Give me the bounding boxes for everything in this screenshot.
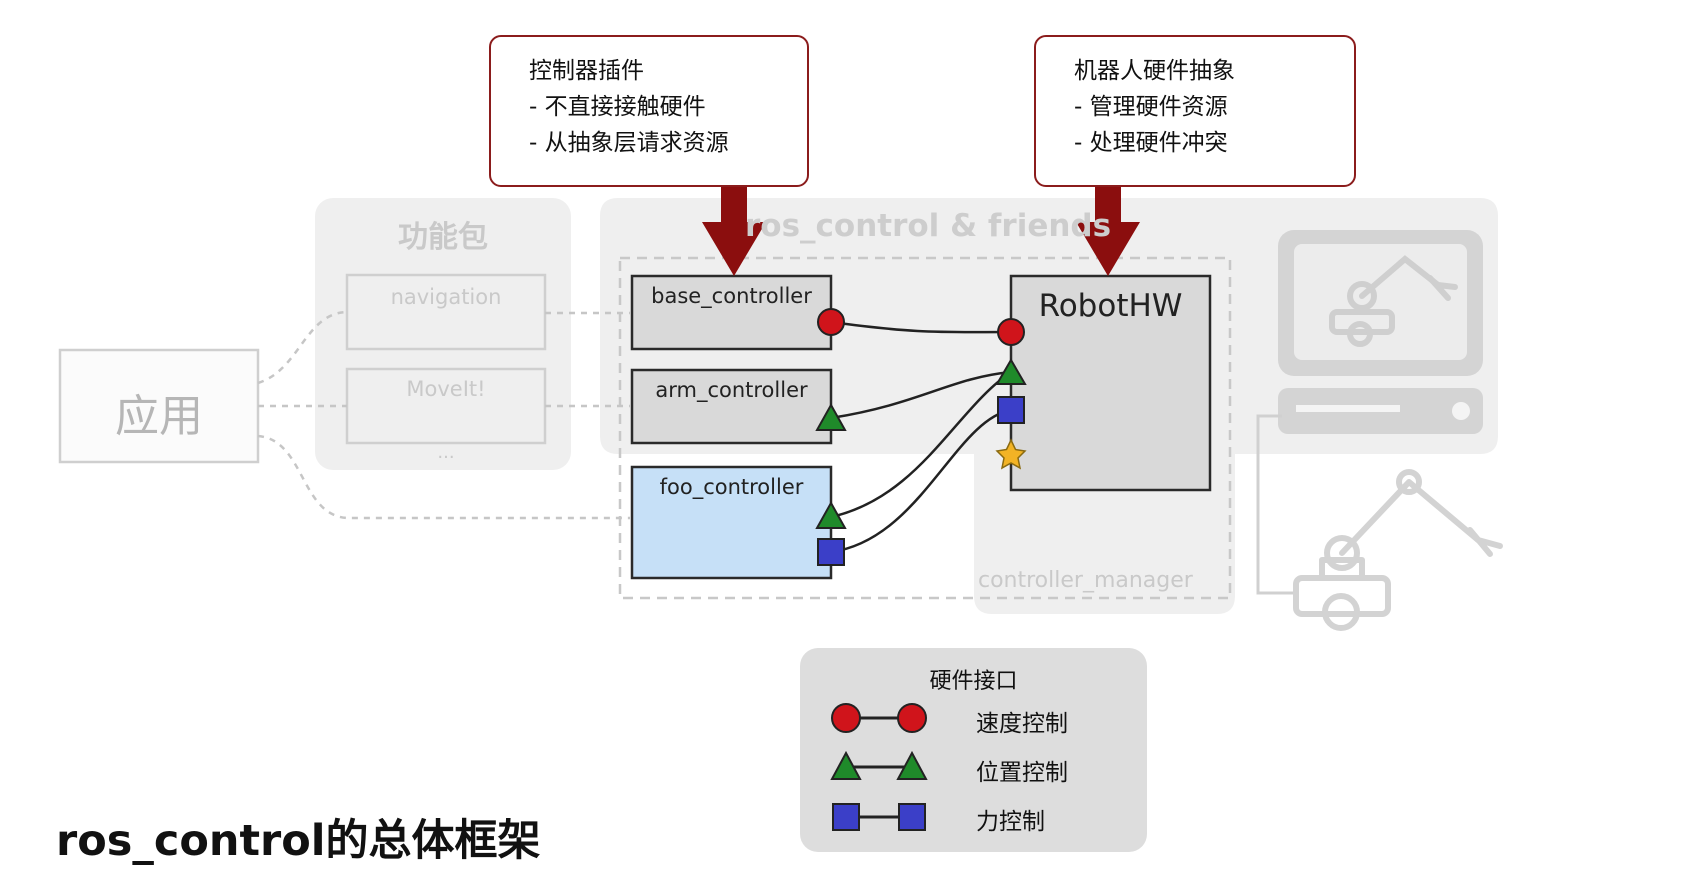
legend-effort-label: 力控制 bbox=[976, 809, 1045, 835]
legend-position-label: 位置控制 bbox=[976, 760, 1068, 786]
legend-title: 硬件接口 bbox=[929, 669, 1018, 694]
package-more: ... bbox=[437, 442, 455, 463]
callout-title: 机器人硬件抽象 bbox=[1074, 58, 1235, 84]
base-controller-label: base_controller bbox=[651, 284, 812, 308]
callout-line: - 从抽象层请求资源 bbox=[529, 130, 729, 156]
robothw-label: RobotHW bbox=[1038, 288, 1183, 324]
robot-arm-icon bbox=[1293, 469, 1503, 631]
legend-velocity-label: 速度控制 bbox=[976, 711, 1068, 737]
hardware-abstraction-callout: 机器人硬件抽象 - 管理硬件资源 - 处理硬件冲突 bbox=[1034, 35, 1356, 187]
foo-effort-port bbox=[817, 538, 845, 566]
computer-icon bbox=[1256, 230, 1483, 595]
callout-line: - 不直接接触硬件 bbox=[529, 94, 706, 120]
controller-manager-label: controller_manager bbox=[978, 568, 1193, 593]
callout-line: - 处理硬件冲突 bbox=[1074, 130, 1228, 156]
robothw-effort-port bbox=[997, 396, 1025, 424]
foo-controller-label: foo_controller bbox=[659, 475, 804, 499]
callout-title: 控制器插件 bbox=[529, 58, 644, 84]
page-title: ros_control的总体框架 bbox=[56, 816, 541, 866]
package-moveit: MoveIt! bbox=[406, 377, 486, 401]
arm-controller-label: arm_controller bbox=[655, 378, 808, 402]
controller-plugin-callout: 控制器插件 - 不直接接触硬件 - 从抽象层请求资源 bbox=[489, 35, 809, 187]
framework-title: ros_control & friends bbox=[745, 208, 1112, 244]
diagram: 控制器插件 - 不直接接触硬件 - 从抽象层请求资源 机器人硬件抽象 - 管理硬… bbox=[0, 0, 1681, 873]
package-navigation: navigation bbox=[390, 285, 502, 309]
callout-line: - 管理硬件资源 bbox=[1074, 94, 1228, 120]
application-label: 应用 bbox=[115, 391, 203, 442]
base-velocity-port bbox=[817, 308, 845, 336]
packages-title: 功能包 bbox=[398, 220, 488, 255]
